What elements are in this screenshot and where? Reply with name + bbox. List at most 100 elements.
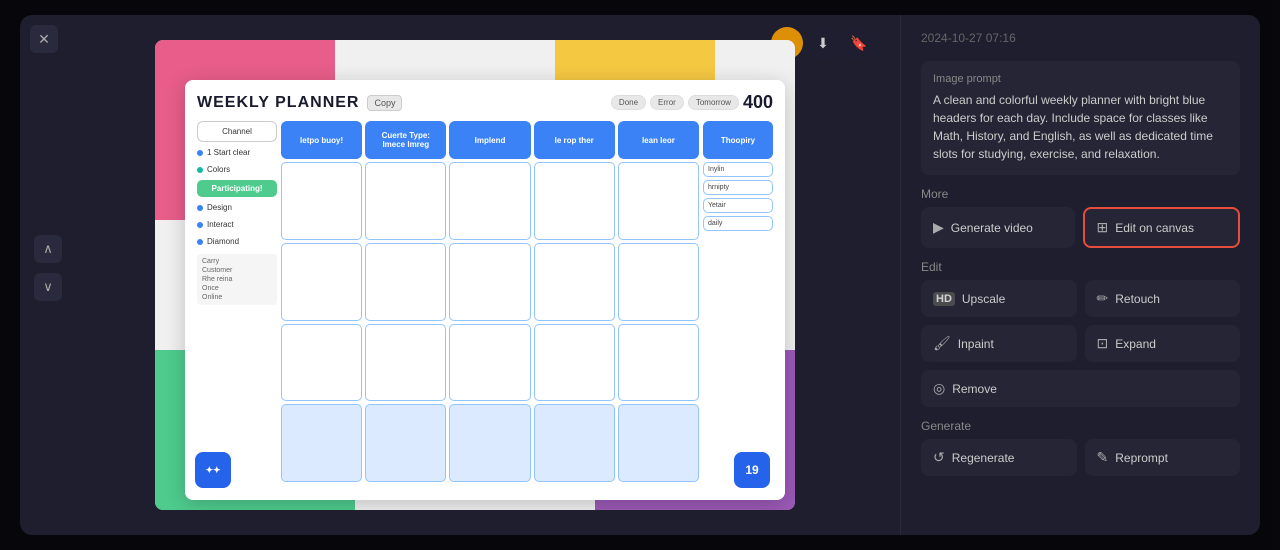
participating-badge: Participating! [197,180,277,197]
more-section-label: More [921,187,1240,201]
channel-button[interactable]: Channel [197,121,277,142]
day-col-4: le rop ther [534,121,615,482]
day-col-2: Cuerte Type:Imece Imreg [365,121,446,482]
day-cell-1-3 [281,324,362,402]
expand-label: Expand [1115,337,1156,351]
list-item-5: Diamond [197,235,277,248]
remove-button[interactable]: ◎ Remove [921,370,1240,407]
inpaint-icon: 🖌 [933,335,951,352]
list-item-3: Design [197,201,277,214]
list-item-label-3: Design [207,203,232,212]
download-button[interactable]: ⬇ [807,27,839,59]
list-item-label-4: Interact [207,220,234,229]
hd-icon: HD [933,292,955,306]
generate-section-label: Generate [921,419,1240,433]
badge-right: 19 [734,452,770,488]
dot-blue-icon-4 [197,239,203,245]
generate-video-button[interactable]: ▶ Generate video [921,207,1075,248]
generate-action-row: ↺ Regenerate ✎ Reprompt [921,439,1240,476]
edit-section-label: Edit [921,260,1240,274]
generate-video-label: Generate video [951,221,1033,235]
sub-label-rhereina: Rhe reina [200,275,274,284]
close-icon: ✕ [38,31,50,48]
bookmark-button[interactable]: 🔖 [843,27,875,59]
prompt-label: Image prompt [933,73,1228,85]
remove-label: Remove [952,382,997,396]
day-cell-4-4 [534,404,615,482]
tag-done: Done [611,95,646,110]
day-cell-5-4 [618,404,699,482]
last-cell-4: daily [703,216,773,231]
badge-left: ✦✦ [195,452,231,488]
right-panel: 2024-10-27 07:16 Image prompt A clean an… [900,15,1260,535]
planner-body: Channel 1 Start clear Colors Participati… [197,121,773,482]
day-cell-4-3 [534,324,615,402]
last-day-header: Thoopiry [703,121,773,159]
upscale-button[interactable]: HD Upscale [921,280,1077,317]
edit-on-canvas-label: Edit on canvas [1115,221,1194,235]
upscale-label: Upscale [962,292,1005,306]
modal-container: ✕ ∧ ∨ ··· ⬇ 🔖 [20,15,1260,535]
prompt-text: A clean and colorful weekly planner with… [933,91,1228,163]
day-cell-2-1 [365,162,446,240]
timestamp-label: 2024-10-27 07:16 [921,31,1240,45]
planner-tags: Done Error Tomorrow 400 [611,92,773,113]
sub-section: Carry Customer Rhe reina Once Online [197,254,277,305]
planner-background: WEEKLY PLANNER Copy Done Error Tomorrow … [155,40,795,510]
bookmark-icon: 🔖 [850,35,867,52]
canvas-icon: ⊞ [1097,219,1109,236]
edit-section: Edit HD Upscale ✏ Retouch 🖌 Inpaint [921,260,1240,407]
day-cell-3-4 [449,404,530,482]
reprompt-button[interactable]: ✎ Reprompt [1085,439,1241,476]
inpaint-label: Inpaint [958,337,994,351]
day-header-1: letpo buoy! [281,121,362,159]
day-cell-2-2 [365,243,446,321]
day-header-5: lean leor [618,121,699,159]
sub-label-carry: Carry [200,257,274,266]
list-item-label-2: Colors [207,165,230,174]
tag-tomorrow: Tomorrow [688,95,739,110]
list-item-label-5: Diamond [207,237,239,246]
day-cell-3-3 [449,324,530,402]
day-cell-1-2 [281,243,362,321]
sub-label-once: Once [200,284,274,293]
prompt-box: Image prompt A clean and colorful weekly… [921,61,1240,175]
dot-blue-icon [197,150,203,156]
planner-card: WEEKLY PLANNER Copy Done Error Tomorrow … [185,80,785,500]
day-cell-1-1 [281,162,362,240]
sub-label-online: Online [200,293,274,302]
close-button[interactable]: ✕ [30,25,58,53]
regenerate-icon: ↺ [933,449,945,466]
day-cell-3-2 [449,243,530,321]
modal-overlay: ✕ ∧ ∨ ··· ⬇ 🔖 [0,0,1280,550]
last-cell-3: Yetair [703,198,773,213]
last-cell-2: hrnipty [703,180,773,195]
planner-day-grid: letpo buoy! Cuerte Type:Imece Imreg [281,121,699,482]
day-cell-4-1 [534,162,615,240]
inpaint-button[interactable]: 🖌 Inpaint [921,325,1077,362]
remove-icon: ◎ [933,380,945,397]
list-item-label-1: 1 Start clear [207,148,250,157]
expand-button[interactable]: ⊡ Expand [1085,325,1241,362]
reprompt-icon: ✎ [1097,449,1109,466]
dot-blue-icon-3 [197,222,203,228]
edit-on-canvas-button[interactable]: ⊞ Edit on canvas [1083,207,1241,248]
edit-action-row: HD Upscale ✏ Retouch 🖌 Inpaint ⊡ Expand [921,280,1240,407]
download-icon: ⬇ [817,35,829,52]
tag-error: Error [650,95,684,110]
more-action-row: ▶ Generate video ⊞ Edit on canvas [921,207,1240,248]
planner-copy-button[interactable]: Copy [367,95,402,111]
list-item-1: 1 Start clear [197,146,277,159]
image-panel: ··· ⬇ 🔖 [20,15,900,535]
more-section: More ▶ Generate video ⊞ Edit on canvas [921,187,1240,248]
last-day-col: Thoopiry Inylin hrnipty Yetair daily [703,121,773,482]
day-cell-5-3 [618,324,699,402]
regenerate-button[interactable]: ↺ Regenerate [921,439,1077,476]
retouch-button[interactable]: ✏ Retouch [1085,280,1241,317]
day-cell-2-3 [365,324,446,402]
retouch-icon: ✏ [1097,290,1109,307]
day-cell-5-2 [618,243,699,321]
day-col-5: lean leor [618,121,699,482]
planner-left-col: Channel 1 Start clear Colors Participati… [197,121,277,482]
video-icon: ▶ [933,219,944,236]
